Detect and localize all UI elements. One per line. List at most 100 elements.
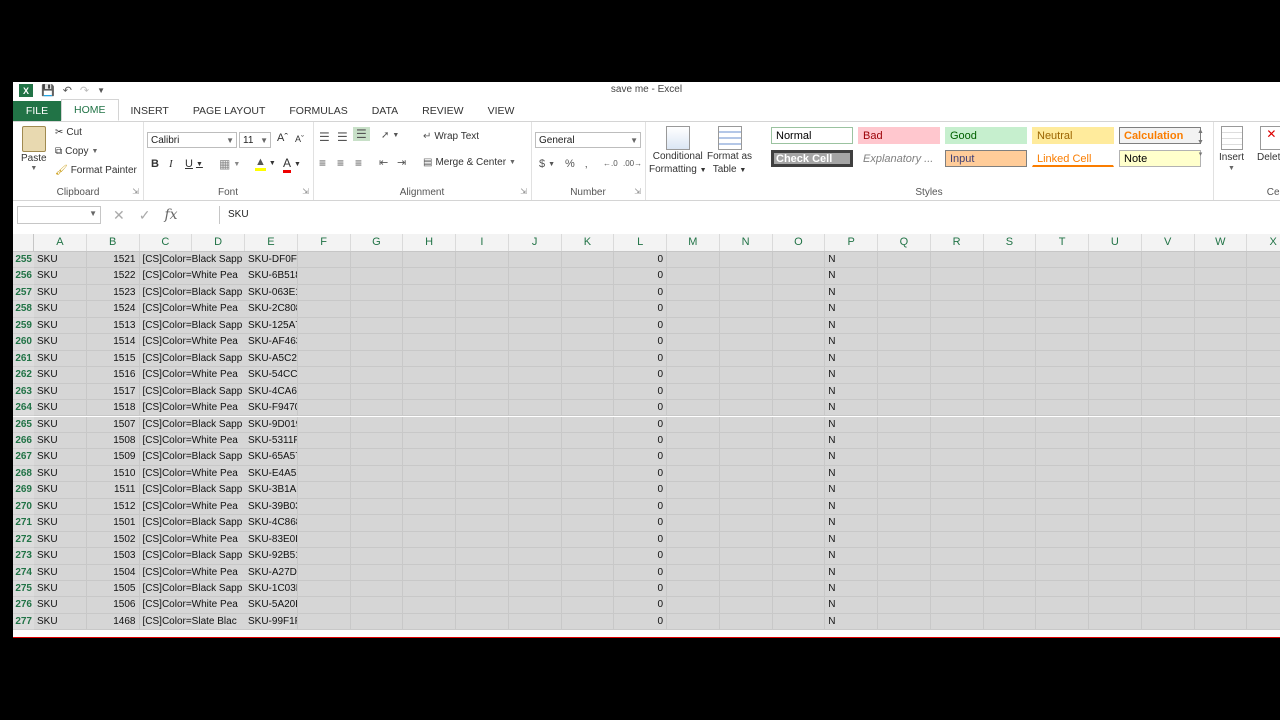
cell-l[interactable]: 0 — [614, 449, 667, 466]
enter-icon[interactable]: ✓ — [139, 207, 151, 224]
grid-cell[interactable] — [719, 613, 773, 631]
cell-b[interactable]: 1508 — [86, 432, 140, 450]
grid-cell[interactable] — [719, 597, 773, 614]
grid-cell[interactable] — [1141, 564, 1195, 581]
select-all-corner[interactable] — [13, 234, 34, 251]
grid-cell[interactable] — [930, 317, 984, 335]
grid-cell[interactable] — [667, 597, 720, 614]
delete-cells-button[interactable]: ✕ Delete — [1257, 126, 1280, 163]
grid-cell[interactable] — [403, 400, 456, 417]
cell-p[interactable]: N — [825, 350, 878, 368]
grid-cell[interactable] — [930, 367, 984, 384]
dialog-launcher-icon[interactable]: ⇲ — [132, 187, 139, 196]
grid-cell[interactable] — [297, 613, 351, 631]
grid-cell[interactable] — [1247, 597, 1280, 614]
grid-cell[interactable] — [1194, 515, 1248, 532]
grid-cell[interactable] — [772, 350, 826, 368]
grid-cell[interactable] — [1194, 465, 1248, 483]
cell-l[interactable]: 0 — [614, 531, 667, 549]
cell-b[interactable]: 1503 — [86, 548, 140, 565]
grid-cell[interactable] — [561, 284, 615, 302]
grid-cell[interactable] — [297, 301, 351, 318]
dialog-launcher-icon[interactable]: ⇲ — [520, 187, 527, 196]
cell-b[interactable]: 1524 — [86, 301, 140, 318]
grid-cell[interactable] — [403, 548, 456, 565]
cell-a[interactable]: SKU — [34, 400, 87, 417]
grid-cell[interactable] — [1036, 350, 1089, 368]
grid-cell[interactable] — [1141, 383, 1195, 401]
cell-c[interactable]: [CS]Color=Black Sapp — [139, 449, 245, 466]
more-styles-icon[interactable]: ▾ — [1199, 150, 1203, 158]
grid-cell[interactable] — [297, 334, 351, 351]
grid-cell[interactable] — [350, 284, 404, 302]
grid-cell[interactable] — [456, 581, 509, 598]
grid-cell[interactable] — [403, 515, 456, 532]
cell-e[interactable]: SKU-83E0DF24 — [245, 531, 298, 549]
row-header[interactable]: 265 — [13, 416, 34, 433]
grid-cell[interactable] — [719, 465, 773, 483]
cell-p[interactable]: N — [825, 465, 878, 483]
grid-cell[interactable] — [667, 301, 720, 318]
grid-cell[interactable] — [403, 301, 456, 318]
grid-cell[interactable] — [508, 416, 562, 433]
grid-cell[interactable] — [983, 383, 1037, 401]
cell-l[interactable]: 0 — [614, 564, 667, 581]
grid-cell[interactable] — [1089, 482, 1142, 499]
grid-cell[interactable] — [1089, 301, 1142, 318]
grid-cell[interactable] — [1089, 367, 1142, 384]
grid-cell[interactable] — [1089, 268, 1142, 285]
cell-b[interactable]: 1514 — [86, 334, 140, 351]
grid-cell[interactable] — [561, 531, 615, 549]
grid-cell[interactable] — [403, 449, 456, 466]
grid-cell[interactable] — [667, 449, 720, 466]
grid-cell[interactable] — [1036, 449, 1089, 466]
scroll-up-icon[interactable]: ▲ — [1197, 128, 1204, 135]
cell-c[interactable]: [CS]Color=White Pea — [139, 531, 245, 549]
grid-cell[interactable] — [1036, 613, 1089, 631]
cell-e[interactable]: SKU-063E10F0 — [245, 284, 298, 302]
grid-cell[interactable] — [508, 284, 562, 302]
cell-p[interactable]: N — [825, 416, 878, 433]
column-header[interactable]: N — [720, 234, 773, 251]
grid-cell[interactable] — [350, 400, 404, 417]
grid-cell[interactable] — [350, 465, 404, 483]
grid-cell[interactable] — [667, 531, 720, 549]
grid-cell[interactable] — [878, 548, 931, 565]
grid-cell[interactable] — [772, 465, 826, 483]
cell-c[interactable]: [CS]Color=Black Sapp — [139, 252, 245, 269]
cell-p[interactable]: N — [825, 498, 878, 516]
grid-cell[interactable] — [878, 531, 931, 549]
cell-p[interactable]: N — [825, 564, 878, 581]
shrink-font-button[interactable]: Aˇ — [295, 134, 304, 144]
grid-cell[interactable] — [1247, 482, 1280, 499]
cell-p[interactable]: N — [825, 334, 878, 351]
grid-cell[interactable] — [983, 548, 1037, 565]
grid-cell[interactable] — [1089, 564, 1142, 581]
grid-cell[interactable] — [1247, 564, 1280, 581]
grid-cell[interactable] — [983, 284, 1037, 302]
grid-cell[interactable] — [350, 564, 404, 581]
grid-cell[interactable] — [878, 465, 931, 483]
cell-e[interactable]: SKU-3B1A1218 — [245, 482, 298, 499]
grid-cell[interactable] — [508, 268, 562, 285]
row-header[interactable]: 262 — [13, 367, 34, 384]
grid-cell[interactable] — [350, 613, 404, 631]
cell-e[interactable]: SKU-F9470272 — [245, 400, 298, 417]
grid-cell[interactable] — [1247, 268, 1280, 285]
cell-l[interactable]: 0 — [614, 515, 667, 532]
grid-cell[interactable] — [930, 449, 984, 466]
cell-l[interactable]: 0 — [614, 465, 667, 483]
grid-cell[interactable] — [403, 531, 456, 549]
cell-b[interactable]: 1468 — [86, 613, 140, 631]
cell-l[interactable]: 0 — [614, 350, 667, 368]
cell-style-option[interactable]: Explanatory ... — [858, 150, 940, 167]
cell-b[interactable]: 1509 — [86, 449, 140, 466]
cell-a[interactable]: SKU — [34, 482, 87, 499]
grid-cell[interactable] — [1141, 465, 1195, 483]
grid-cell[interactable] — [508, 581, 562, 598]
grid-cell[interactable] — [878, 252, 931, 269]
grid-cell[interactable] — [1089, 548, 1142, 565]
grid-cell[interactable] — [878, 597, 931, 614]
grid-cell[interactable] — [1141, 317, 1195, 335]
grid-cell[interactable] — [930, 597, 984, 614]
